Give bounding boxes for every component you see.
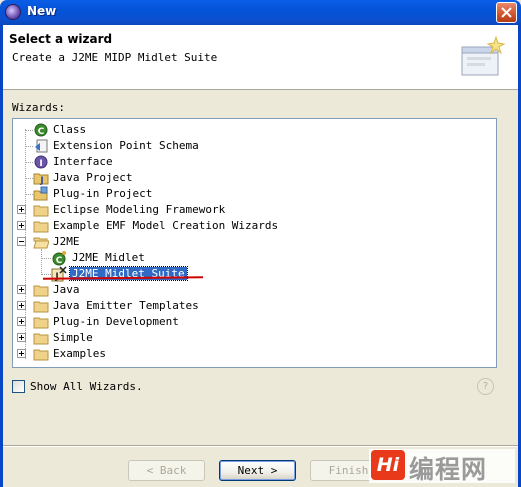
expand-toggle[interactable]: [17, 205, 26, 214]
tree-guide-line: [41, 258, 51, 259]
folder-icon: [33, 221, 49, 233]
class-icon: C: [34, 123, 48, 137]
svg-text:J: J: [39, 176, 43, 186]
tree-item-label: Plug-in Development: [53, 315, 179, 328]
svg-text:I: I: [39, 159, 42, 169]
folder-icon: [33, 349, 49, 361]
svg-text:C: C: [38, 127, 45, 137]
folder-open-icon: [33, 237, 49, 249]
new-wizard-banner-icon: [461, 35, 506, 76]
title-bar: New: [0, 0, 521, 25]
tree-guide-line: [25, 146, 33, 147]
tree-item-label: Interface: [53, 155, 113, 168]
next-button[interactable]: Next >: [219, 460, 296, 481]
show-all-wizards-label: Show All Wizards.: [30, 380, 143, 393]
wizards-label: Wizards:: [12, 101, 65, 114]
folder-icon: [33, 285, 49, 297]
page-description: Create a J2ME MIDP Midlet Suite: [12, 51, 218, 64]
site-watermark: Hi 编程网: [369, 449, 515, 484]
expand-toggle[interactable]: [17, 301, 26, 310]
expand-toggle[interactable]: [17, 221, 26, 230]
tree-guide-line: [41, 249, 42, 273]
folder-icon: [33, 317, 49, 329]
expand-toggle[interactable]: [17, 285, 26, 294]
tree-guide-line: [41, 274, 51, 275]
page-title: Select a wizard: [9, 32, 113, 46]
tree-item-label: Java: [53, 283, 80, 296]
tree-guide-line: [25, 130, 33, 131]
tree-item-label: J2ME Midlet: [72, 251, 145, 264]
tree-item-label: Class: [53, 123, 87, 136]
window-border-left: [0, 25, 3, 487]
collapse-toggle[interactable]: [17, 237, 26, 246]
tree-guide-line: [25, 194, 33, 195]
tree-item-label: Java Project: [53, 171, 133, 184]
folder-icon: [33, 205, 49, 217]
tree-guide-line: [25, 178, 33, 179]
button-bar-separator: [3, 445, 518, 447]
wizard-header: Select a wizard Create a J2ME MIDP Midle…: [3, 25, 518, 90]
eclipse-icon: [5, 4, 21, 20]
tree-item-label: Eclipse Modeling Framework: [53, 203, 226, 216]
show-all-wizards-checkbox[interactable]: [12, 380, 25, 393]
tree-item-label: Extension Point Schema: [53, 139, 199, 152]
help-icon[interactable]: ?: [477, 378, 494, 395]
tree-item-label: J2ME: [53, 235, 80, 248]
expand-toggle[interactable]: [17, 349, 26, 358]
watermark-text: 编程网: [409, 455, 488, 484]
window-title: New: [27, 4, 57, 18]
wizard-tree[interactable]: C Class Extension Point Schema I Interfa…: [12, 118, 497, 368]
watermark-logo: Hi: [371, 450, 405, 480]
java-project-icon: J: [33, 173, 49, 186]
close-icon: [501, 7, 512, 18]
midlet-icon: C: [52, 251, 66, 266]
tree-item-label: Java Emitter Templates: [53, 299, 199, 312]
tree-item-label: Plug-in Project: [53, 187, 153, 200]
plugin-project-icon: [33, 186, 48, 201]
tree-item-label: Example EMF Model Creation Wizards: [53, 219, 279, 232]
tree-guide-line: [25, 162, 33, 163]
folder-icon: [33, 333, 49, 345]
tree-item-label: Simple: [53, 331, 93, 344]
svg-text:C: C: [56, 256, 63, 266]
folder-icon: [33, 301, 49, 313]
schema-icon: [35, 139, 48, 153]
expand-toggle[interactable]: [17, 317, 26, 326]
tree-item-label: Examples: [53, 347, 106, 360]
expand-toggle[interactable]: [17, 333, 26, 342]
back-button[interactable]: < Back: [128, 460, 205, 481]
close-button[interactable]: [496, 2, 517, 23]
interface-icon: I: [34, 155, 48, 169]
